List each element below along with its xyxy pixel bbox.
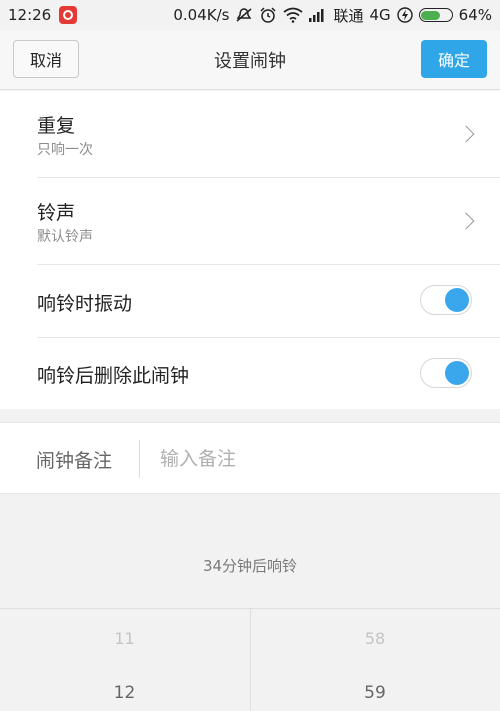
battery-fill bbox=[421, 10, 440, 20]
vibrate-row: 响铃时振动 bbox=[37, 265, 500, 338]
note-input[interactable] bbox=[160, 439, 460, 479]
chevron-right-icon bbox=[457, 212, 475, 230]
alarm-icon bbox=[259, 7, 277, 23]
status-time: 12:26 bbox=[8, 6, 52, 24]
vibrate-toggle[interactable] bbox=[420, 285, 472, 315]
chevron-right-icon bbox=[457, 125, 475, 143]
network-type: 4G bbox=[369, 6, 391, 24]
cancel-button[interactable]: 取消 bbox=[13, 40, 79, 78]
carrier-name: 联通 bbox=[333, 6, 364, 25]
header-bar: 取消 设置闹钟 确定 bbox=[0, 30, 500, 90]
net-speed: 0.04K/s bbox=[173, 6, 230, 24]
ringtone-label: 铃声 bbox=[37, 202, 76, 224]
delete-after-row: 响铃后删除此闹钟 bbox=[37, 338, 500, 409]
status-bar: 12:26 0.04K/s 联通 4G 64% bbox=[0, 0, 500, 30]
repeat-row[interactable]: 重复 只响一次 bbox=[37, 91, 500, 178]
toggle-knob bbox=[445, 361, 469, 385]
vibrate-label: 响铃时振动 bbox=[37, 293, 133, 315]
battery-icon bbox=[418, 8, 453, 22]
hour-prev: 11 bbox=[114, 629, 135, 648]
time-picker: 11 12 58 59 bbox=[0, 608, 500, 711]
note-section: 闹钟备注 bbox=[0, 422, 500, 494]
minute-prev: 58 bbox=[364, 629, 386, 648]
toggle-knob bbox=[445, 288, 469, 312]
charging-icon bbox=[396, 7, 413, 23]
hour-wheel[interactable]: 11 12 bbox=[0, 609, 249, 711]
minute-wheel[interactable]: 58 59 bbox=[250, 609, 499, 711]
ring-countdown-text: 34分钟后响铃 bbox=[202, 557, 298, 575]
delete-after-label: 响铃后删除此闹钟 bbox=[37, 365, 190, 387]
repeat-value: 只响一次 bbox=[37, 142, 93, 158]
delete-after-toggle[interactable] bbox=[420, 358, 472, 388]
note-divider bbox=[139, 440, 140, 478]
ringtone-value: 默认铃声 bbox=[37, 229, 93, 245]
netease-music-icon bbox=[59, 6, 78, 24]
battery-percent: 64% bbox=[458, 6, 492, 24]
note-label: 闹钟备注 bbox=[36, 449, 113, 472]
wifi-icon bbox=[283, 7, 304, 23]
hour-current: 12 bbox=[113, 683, 136, 703]
signal-icon bbox=[309, 8, 327, 22]
minute-current: 59 bbox=[364, 683, 386, 703]
repeat-label: 重复 bbox=[37, 115, 76, 137]
confirm-button[interactable]: 确定 bbox=[421, 40, 487, 78]
ringtone-row[interactable]: 铃声 默认铃声 bbox=[37, 178, 500, 265]
mute-icon bbox=[235, 7, 253, 23]
settings-list: 重复 只响一次 铃声 默认铃声 响铃时振动 响铃后删除此闹钟 bbox=[0, 91, 500, 409]
